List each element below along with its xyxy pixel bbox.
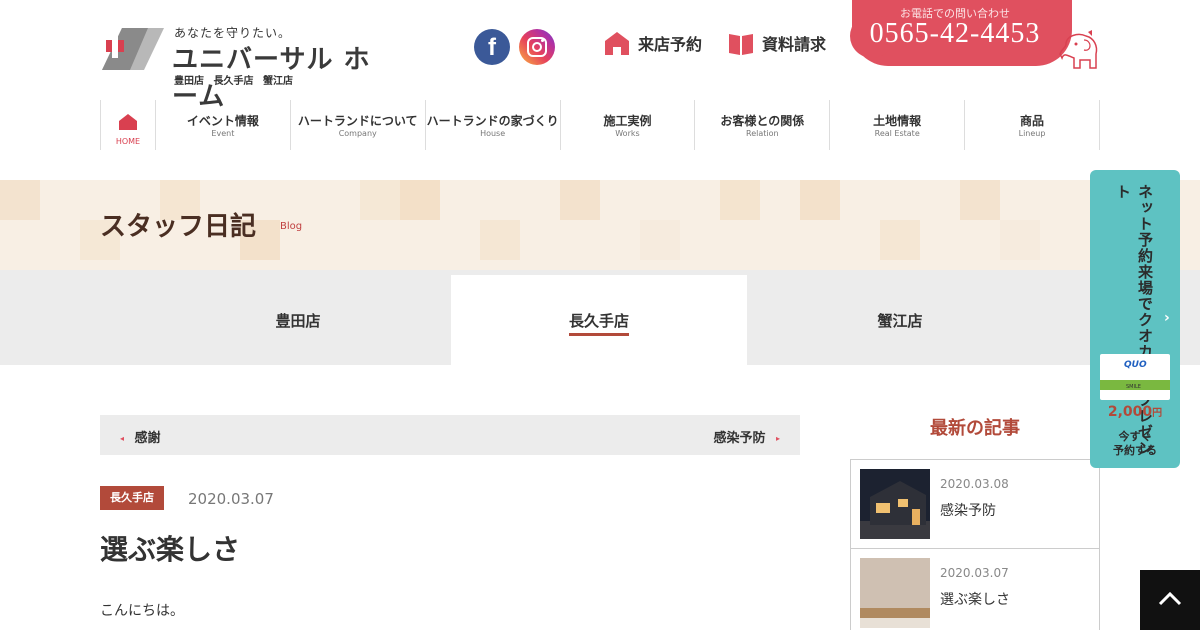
page-title: スタッフ日記 xyxy=(100,212,257,242)
tab-nagakute-store[interactable]: 長久手店 xyxy=(451,275,747,365)
tab-nagakute-label: 長久手店 xyxy=(568,310,629,336)
nav-house-label: ハートランドの家づくり xyxy=(426,114,559,128)
site-logo[interactable]: あなたを守りたい。 ユニバーサル ホーム 豊田店 長久手店 蟹江店 xyxy=(100,22,390,112)
nav-relation-sub: Relation xyxy=(746,129,779,138)
recent-post-item[interactable]: 2020.03.07 選ぶ楽しさ xyxy=(851,549,1099,630)
prev-post-link[interactable]: ◂ 感謝 xyxy=(120,427,161,446)
nav-works[interactable]: 施工実例 Works xyxy=(561,100,696,150)
next-post-link[interactable]: 感染予防 ▸ xyxy=(713,427,780,446)
post-date: 2020.03.07 xyxy=(188,490,274,508)
next-arrow-icon: ▸ xyxy=(775,434,780,443)
home-icon xyxy=(118,114,137,130)
campaign-amount-value: 2,000 xyxy=(1107,404,1153,420)
chevron-up-icon xyxy=(1158,591,1182,606)
instagram-icon[interactable] xyxy=(519,29,555,65)
nav-works-sub: Works xyxy=(615,129,640,138)
book-icon xyxy=(729,34,753,55)
phone-number: 0565-42-4453 xyxy=(869,18,1041,49)
nav-real-estate[interactable]: 土地情報 Real Estate xyxy=(830,100,966,150)
next-post-title: 感染予防 xyxy=(713,431,766,446)
nav-relation[interactable]: お客様との関係 Relation xyxy=(695,100,831,150)
recent-post-title: 選ぶ楽しさ xyxy=(940,592,1010,608)
chevron-right-icon: › xyxy=(1164,310,1170,326)
logo-mark-icon xyxy=(102,28,164,70)
recent-posts-heading: 最新の記事 xyxy=(930,418,1020,439)
campaign-cta-line2: 予約する xyxy=(1113,444,1157,457)
campaign-cta: 今すぐ 予約する xyxy=(1090,430,1180,458)
recent-post-date: 2020.03.07 xyxy=(940,566,1009,580)
quo-card-image: QUO SMILE xyxy=(1100,354,1170,400)
nav-event-sub: Event xyxy=(211,129,235,138)
nav-company-label: ハートランドについて xyxy=(297,114,418,128)
post-title: 選ぶ楽しさ xyxy=(100,533,241,566)
recent-posts-list: 2020.03.08 感染予防 2020.03.07 選ぶ楽しさ xyxy=(850,459,1100,630)
nav-real-estate-label: 土地情報 xyxy=(873,114,922,128)
prev-post-title: 感謝 xyxy=(134,431,161,446)
nav-company[interactable]: ハートランドについて Company xyxy=(291,100,426,150)
visit-reservation-link[interactable]: 来店予約 xyxy=(604,30,702,56)
document-request-link[interactable]: 資料請求 xyxy=(728,30,826,56)
tab-kanie-label: 蟹江店 xyxy=(877,312,923,330)
campaign-amount-unit: 円 xyxy=(1152,408,1163,419)
visit-reservation-label: 来店予約 xyxy=(638,35,703,54)
campaign-text: ネット予約来場でクオカードプレゼント xyxy=(1114,184,1154,456)
quo-card-campaign-banner[interactable]: ネット予約来場でクオカードプレゼント › QUO SMILE 2,000円 今す… xyxy=(1090,170,1180,468)
site-header: あなたを守りたい。 ユニバーサル ホーム 豊田店 長久手店 蟹江店 f 来店予約… xyxy=(0,0,1200,112)
nav-company-sub: Company xyxy=(338,129,377,138)
house-icon xyxy=(605,32,629,55)
nav-lineup[interactable]: 商品 Lineup xyxy=(965,100,1100,150)
facebook-icon[interactable]: f xyxy=(474,29,510,65)
store-tabs: 豊田店 長久手店 蟹江店 xyxy=(0,270,1200,365)
recent-post-title: 感染予防 xyxy=(940,503,996,519)
nav-event-label: イベント情報 xyxy=(186,114,259,128)
tab-kanie-store[interactable]: 蟹江店 xyxy=(752,275,1048,365)
nav-lineup-sub: Lineup xyxy=(1018,129,1046,138)
phone-contact[interactable]: お電話での問い合わせ 0565-42-4453 xyxy=(850,0,1072,66)
nav-lineup-label: 商品 xyxy=(1020,114,1045,128)
post-body: こんにちは。 xyxy=(100,603,184,619)
nav-house-sub: House xyxy=(480,129,506,138)
nav-relation-label: お客様との関係 xyxy=(720,114,805,128)
nav-real-estate-sub: Real Estate xyxy=(874,129,920,138)
page-top-button[interactable] xyxy=(1140,570,1200,630)
nav-home[interactable]: HOME xyxy=(100,100,156,150)
tab-toyota-store[interactable]: 豊田店 xyxy=(150,275,446,365)
category-badge[interactable]: 長久手店 xyxy=(100,486,164,510)
elephant-mascot-icon xyxy=(1059,30,1098,69)
campaign-cta-line1: 今すぐ xyxy=(1118,430,1152,443)
tab-toyota-label: 豊田店 xyxy=(275,312,321,330)
page-title-en: Blog xyxy=(280,221,303,232)
recent-post-date: 2020.03.08 xyxy=(940,477,1009,491)
nav-home-label: HOME xyxy=(115,137,141,146)
prev-arrow-icon: ◂ xyxy=(120,434,125,443)
nav-house[interactable]: ハートランドの家づくり House xyxy=(426,100,561,150)
recent-post-item[interactable]: 2020.03.08 感染予防 xyxy=(851,460,1099,549)
global-nav: HOME イベント情報 Event ハートランドについて Company ハート… xyxy=(100,100,1100,150)
nav-works-label: 施工実例 xyxy=(603,114,652,128)
quo-card-sub: SMILE xyxy=(1126,384,1141,390)
nav-event[interactable]: イベント情報 Event xyxy=(156,100,291,150)
quo-card-brand: QUO xyxy=(1124,360,1147,370)
logo-stores: 豊田店 長久手店 蟹江店 xyxy=(174,76,293,87)
post-thumbnail-house xyxy=(860,469,930,539)
post-thumbnail-tile xyxy=(860,558,930,628)
campaign-amount: 2,000円 xyxy=(1090,404,1180,420)
post-pager: ◂ 感謝 感染予防 ▸ xyxy=(100,415,800,455)
document-request-label: 資料請求 xyxy=(762,35,827,54)
